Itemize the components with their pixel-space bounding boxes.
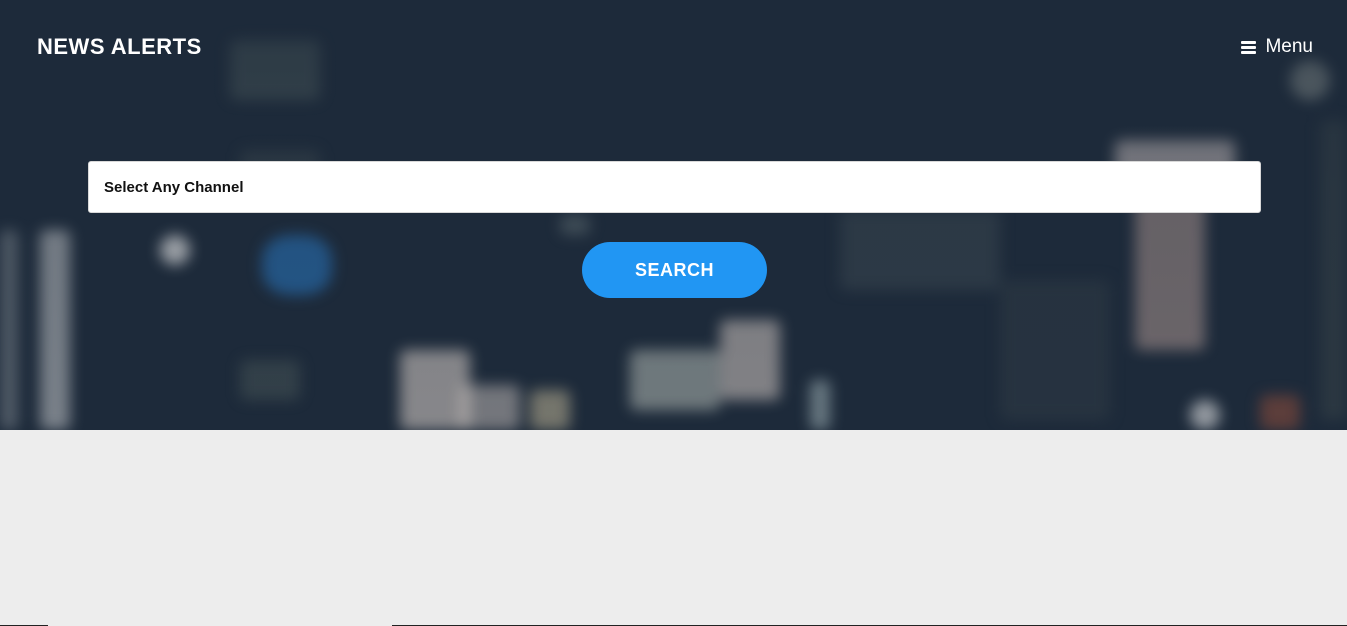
search-button[interactable]: SEARCH <box>582 242 767 298</box>
hero-overlay <box>0 0 1347 430</box>
hamburger-icon <box>1241 40 1257 54</box>
menu-label: Menu <box>1265 36 1313 57</box>
channel-select[interactable]: Select Any Channel <box>88 161 1261 213</box>
brand-logo[interactable]: NEWS ALERTS <box>37 34 202 60</box>
menu-button[interactable]: Menu <box>1241 36 1313 58</box>
hero-banner: NEWS ALERTS Menu Select Any Channel SEAR… <box>0 0 1347 430</box>
channel-select-value: Select Any Channel <box>104 178 244 196</box>
